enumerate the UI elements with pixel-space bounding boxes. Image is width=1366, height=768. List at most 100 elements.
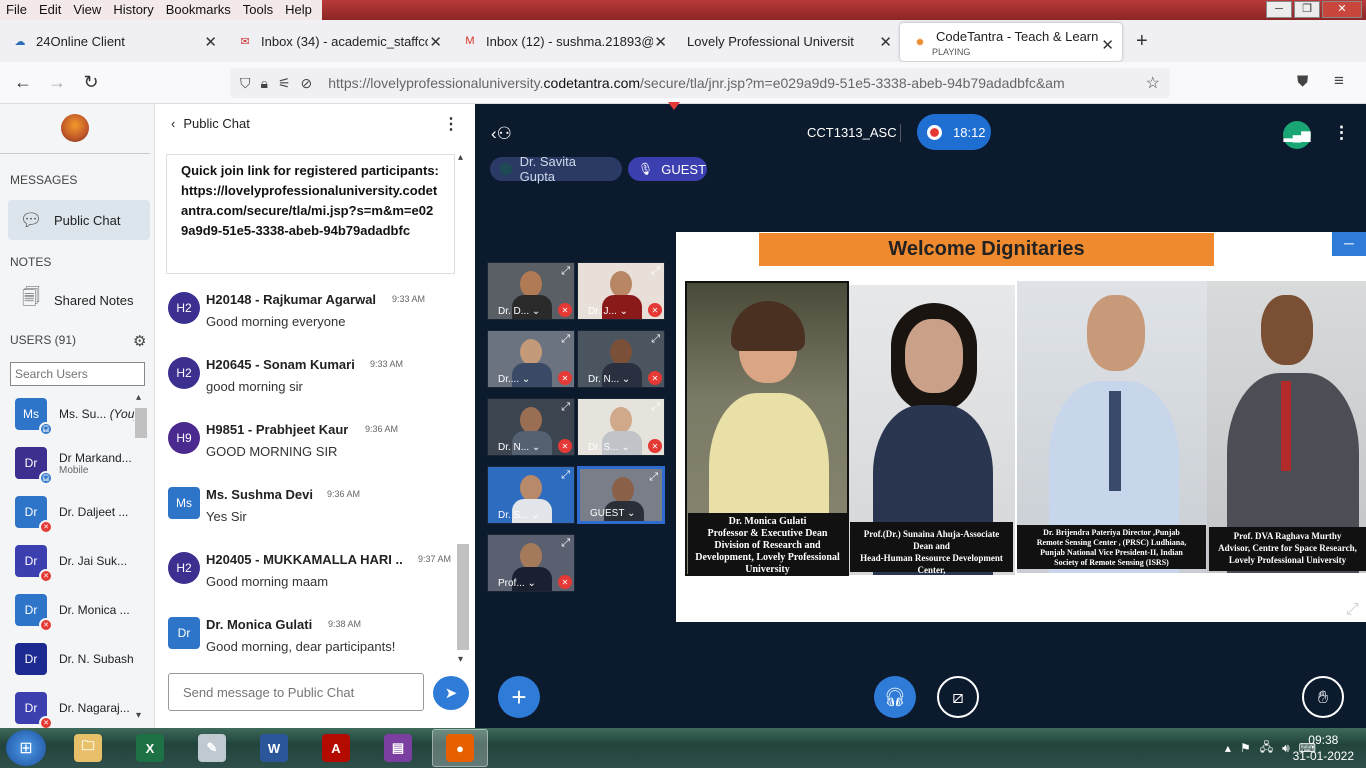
expand-icon[interactable]: ⤢ <box>651 401 660 414</box>
add-actions-button[interactable]: + <box>498 676 540 718</box>
menu-tools[interactable]: Tools <box>236 0 280 20</box>
shield-icon[interactable]: ⛉ <box>240 75 251 92</box>
browser-tab[interactable]: M Inbox (12) - sushma.21893@lpu✕ <box>450 20 675 62</box>
bookmark-star-icon[interactable]: ☆ <box>1146 73 1160 93</box>
app-menu-icon[interactable]: ≡ <box>1334 71 1344 91</box>
video-button[interactable]: ⧄ <box>937 676 979 718</box>
chat-scrollbar[interactable]: ▴ ▾ <box>456 152 470 665</box>
url-text[interactable]: https://lovelyprofessionaluniversity.cod… <box>328 75 1064 91</box>
lock-icon[interactable]: 🔒︎ <box>261 75 268 92</box>
close-tab-icon[interactable]: ✕ <box>879 33 892 51</box>
excel-icon[interactable]: X <box>122 729 178 767</box>
scroll-up-icon[interactable]: ▴ <box>458 152 463 163</box>
close-window-button[interactable]: ✕ <box>1322 1 1362 18</box>
shared-notes-nav[interactable]: 🗐︎ Shared Notes <box>8 280 150 320</box>
clock[interactable]: 09:38 31-01-2022 <box>1293 732 1354 764</box>
menu-history[interactable]: History <box>107 0 160 20</box>
browser-tab[interactable]: ☁ 24Online Client ✕ <box>0 20 225 62</box>
participant-name[interactable]: Dr. S... ⌄ <box>588 442 630 453</box>
participant-name[interactable]: Dr. J... ⌄ <box>588 306 628 317</box>
chat-options-icon[interactable]: ⋮ <box>443 114 459 134</box>
network-icon[interactable]: 🖧︎ <box>1260 738 1273 759</box>
start-button[interactable]: ⊞ <box>6 730 46 766</box>
participant-name[interactable]: Prof... ⌄ <box>498 578 536 589</box>
close-tab-icon[interactable]: ✕ <box>1101 36 1114 54</box>
message-input[interactable] <box>168 673 424 711</box>
gear-icon[interactable]: ⚙ <box>133 332 146 350</box>
menu-help[interactable]: Help <box>279 0 318 20</box>
user-list-item[interactable]: Ms🎧︎ Ms. Su... (You) <box>15 394 140 436</box>
explorer-icon[interactable]: 🗀 <box>60 729 116 767</box>
participant-video-tile[interactable]: ⤢ GUEST ⌄ <box>577 466 665 524</box>
word-icon[interactable]: W <box>246 729 302 767</box>
users-scrollbar[interactable]: ▴ ▾ <box>134 392 148 724</box>
minimize-presentation-button[interactable]: ─ <box>1332 232 1366 256</box>
menu-edit[interactable]: Edit <box>32 0 68 20</box>
participant-video-tile[interactable]: ⤢ Dr. S... ⌄ <box>487 466 575 524</box>
menu-bookmarks[interactable]: Bookmarks <box>159 0 237 20</box>
menu-file[interactable]: File <box>0 0 33 20</box>
expand-icon[interactable]: ⤢ <box>561 401 570 414</box>
participant-name[interactable]: Dr. N... ⌄ <box>498 442 540 453</box>
user-list-item[interactable]: Dr ✕ Dr. Monica ... <box>15 590 140 632</box>
user-list-item[interactable]: Dr ✕ Dr. Daljeet ... <box>15 492 140 534</box>
participant-video-tile[interactable]: ⤢ Dr.... ⌄ ✕ <box>487 330 575 388</box>
search-users-input[interactable] <box>10 362 145 386</box>
user-list-item[interactable]: Dr Dr. N. Subash <box>15 639 140 679</box>
minimize-button[interactable]: ─ <box>1266 1 1292 18</box>
autoplay-blocked-icon[interactable]: ⊘ <box>301 75 313 92</box>
expand-icon[interactable]: ⤢ <box>651 333 660 346</box>
participant-video-tile[interactable]: ⤢ Dr. J... ⌄ ✕ <box>577 262 665 320</box>
url-bar[interactable]: ⛉ 🔒︎ ⚟ ⊘ https://lovelyprofessionalunive… <box>230 68 1170 98</box>
user-list-item[interactable]: Dr 🎧︎ Dr Markand... Mobile <box>15 443 140 485</box>
participant-video-tile[interactable]: ⤢ Dr. S... ⌄ ✕ <box>577 398 665 456</box>
audio-button[interactable]: 🎧︎ <box>874 676 916 718</box>
menu-view[interactable]: View <box>67 0 108 20</box>
recording-button[interactable]: 18:12 <box>917 114 991 150</box>
browser-tab[interactable]: ✉ Inbox (34) - academic_staffcolle ✕ <box>225 20 450 62</box>
participant-name[interactable]: GUEST ⌄ <box>590 508 635 519</box>
scroll-up-icon[interactable]: ▴ <box>136 392 141 403</box>
show-hidden-icons[interactable]: ▴ <box>1225 741 1231 755</box>
participant-video-tile[interactable]: ⤢ Dr. N... ⌄ ✕ <box>577 330 665 388</box>
user-list-item[interactable]: Dr ✕ Dr. Jai Suk... <box>15 541 140 583</box>
paint-icon[interactable]: ✎ <box>184 729 240 767</box>
close-tab-icon[interactable]: ✕ <box>429 33 442 51</box>
scroll-down-icon[interactable]: ▾ <box>458 654 463 665</box>
reload-icon[interactable]: ↻ <box>74 72 108 93</box>
pocket-icon[interactable]: ⛊ <box>1297 73 1308 90</box>
expand-icon[interactable]: ⤢ <box>651 265 660 278</box>
action-center-icon[interactable]: ⚑ <box>1240 741 1251 755</box>
participant-video-tile[interactable]: ⤢ Dr. N... ⌄ ✕ <box>487 398 575 456</box>
expand-icon[interactable]: ⤢ <box>561 469 570 482</box>
participant-video-tile[interactable]: ⤢ Prof... ⌄ ✕ <box>487 534 575 592</box>
expand-icon[interactable]: ⤢ <box>561 333 570 346</box>
participant-name[interactable]: Dr.... ⌄ <box>498 374 530 385</box>
close-tab-icon[interactable]: ✕ <box>204 33 217 51</box>
send-button[interactable]: ➤ <box>433 676 469 710</box>
participant-name[interactable]: Dr. N... ⌄ <box>588 374 630 385</box>
volume-icon[interactable]: 🔊︎ <box>1282 741 1290 756</box>
user-list-toggle-icon[interactable]: ‹⚇ <box>491 124 512 144</box>
scrollbar-thumb[interactable] <box>457 544 469 650</box>
winrar-icon[interactable]: ▤ <box>370 729 426 767</box>
firefox-icon[interactable]: ● <box>432 729 488 767</box>
participant-name[interactable]: Dr. S... ⌄ <box>498 510 540 521</box>
expand-icon[interactable]: ⤢ <box>561 265 570 278</box>
user-list-item[interactable]: Dr ✕ Dr. Nagaraj... <box>15 688 140 730</box>
raise-hand-button[interactable]: ✋︎ <box>1302 676 1344 718</box>
new-tab-icon[interactable]: + <box>1136 30 1148 53</box>
expand-icon[interactable]: ⤢ <box>649 471 658 484</box>
close-tab-icon[interactable]: ✕ <box>654 33 667 51</box>
permissions-icon[interactable]: ⚟ <box>278 75 291 92</box>
public-chat-nav[interactable]: 💬︎ Public Chat <box>8 200 150 240</box>
connection-status-icon[interactable]: ▂▄▆ <box>1283 121 1311 149</box>
forward-arrow-icon[interactable]: → <box>40 72 74 93</box>
scroll-down-icon[interactable]: ▾ <box>136 710 141 721</box>
fullscreen-icon[interactable]: ⤢ <box>1346 601 1359 619</box>
acrobat-icon[interactable]: A <box>308 729 364 767</box>
browser-tab[interactable]: Lovely Professional University :: Uni ✕ <box>675 20 900 62</box>
scrollbar-thumb[interactable] <box>135 408 147 438</box>
options-menu-icon[interactable]: ⋮ <box>1333 123 1350 143</box>
expand-icon[interactable]: ⤢ <box>561 537 570 550</box>
